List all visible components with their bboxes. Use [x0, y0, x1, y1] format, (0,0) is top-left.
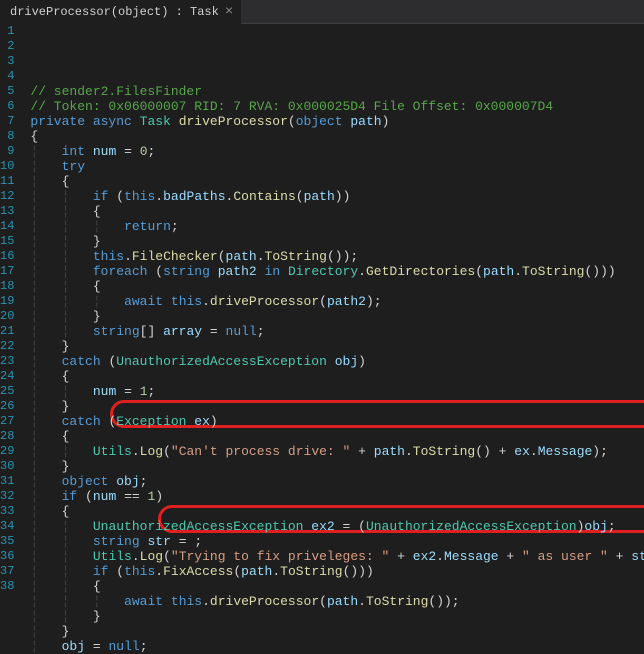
- line-number: 27: [0, 414, 14, 429]
- code-line: ¦ ¦ string[] array = null;: [30, 324, 644, 339]
- code-line: ¦ ¦ this.FileChecker(path.ToString());: [30, 249, 644, 264]
- code-line: ¦ ¦ Utils.Log("Can't process drive: " + …: [30, 444, 644, 459]
- line-number: 34: [0, 519, 14, 534]
- line-number: 15: [0, 234, 14, 249]
- line-number: 14: [0, 219, 14, 234]
- line-number: 2: [0, 39, 14, 54]
- code-line: ¦ ¦ {: [30, 579, 644, 594]
- line-number: 24: [0, 369, 14, 384]
- line-number: 29: [0, 444, 14, 459]
- line-number: 10: [0, 159, 14, 174]
- code-line: ¦ ¦ ¦ await this.driveProcessor(path2);: [30, 294, 644, 309]
- line-number: 38: [0, 579, 14, 594]
- line-number: 28: [0, 429, 14, 444]
- line-number: 36: [0, 549, 14, 564]
- line-number: 31: [0, 474, 14, 489]
- code-line: ¦ {: [30, 429, 644, 444]
- code-line: ¦ if (num == 1): [30, 489, 644, 504]
- code-line: ¦ ¦ if (this.FixAccess(path.ToString())): [30, 564, 644, 579]
- code-line: ¦ catch (Exception ex): [30, 414, 644, 429]
- code-line: ¦ ¦ }: [30, 609, 644, 624]
- code-line: ¦ ¦ ¦ return;: [30, 219, 644, 234]
- code-line: ¦ }: [30, 459, 644, 474]
- line-number: 20: [0, 309, 14, 324]
- line-number: 6: [0, 99, 14, 114]
- code-line: private async Task driveProcessor(object…: [30, 114, 644, 129]
- line-number: 26: [0, 399, 14, 414]
- code-editor[interactable]: 1234567891011121314151617181920212223242…: [0, 24, 644, 582]
- line-number-gutter: 1234567891011121314151617181920212223242…: [0, 24, 26, 582]
- code-line: // Token: 0x06000007 RID: 7 RVA: 0x00002…: [30, 99, 644, 114]
- code-line: ¦ catch (UnauthorizedAccessException obj…: [30, 354, 644, 369]
- code-line: ¦ }: [30, 399, 644, 414]
- line-number: 21: [0, 324, 14, 339]
- code-line: ¦ ¦ Utils.Log("Trying to fix priveleges:…: [30, 549, 644, 564]
- line-number: 37: [0, 564, 14, 579]
- line-number: 35: [0, 534, 14, 549]
- line-number: 33: [0, 504, 14, 519]
- code-line: ¦ ¦ }: [30, 309, 644, 324]
- line-number: 5: [0, 84, 14, 99]
- line-number: 32: [0, 489, 14, 504]
- code-line: ¦ ¦ if (this.badPaths.Contains(path)): [30, 189, 644, 204]
- code-line: ¦ ¦ ¦ await this.driveProcessor(path.ToS…: [30, 594, 644, 609]
- code-line: {: [30, 129, 644, 144]
- tab-label: driveProcessor(object) : Task: [10, 5, 219, 19]
- code-line: ¦ }: [30, 624, 644, 639]
- code-line: // sender2.FilesFinder: [30, 84, 644, 99]
- code-line: ¦ try: [30, 159, 644, 174]
- code-line: ¦ ¦ foreach (string path2 in Directory.G…: [30, 264, 644, 279]
- code-line: ¦ obj = null;: [30, 639, 644, 654]
- line-number: 18: [0, 279, 14, 294]
- line-number: 22: [0, 339, 14, 354]
- line-number: 23: [0, 354, 14, 369]
- code-line: ¦ ¦ num = 1;: [30, 384, 644, 399]
- close-icon[interactable]: ×: [225, 5, 233, 19]
- line-number: 12: [0, 189, 14, 204]
- line-number: 1: [0, 24, 14, 39]
- line-number: 11: [0, 174, 14, 189]
- line-number: 30: [0, 459, 14, 474]
- code-line: ¦ {: [30, 369, 644, 384]
- line-number: 13: [0, 204, 14, 219]
- line-number: 4: [0, 69, 14, 84]
- line-number: 8: [0, 129, 14, 144]
- code-line: ¦ ¦ {: [30, 279, 644, 294]
- code-line: ¦ ¦ string str = ;: [30, 534, 644, 549]
- line-number: 25: [0, 384, 14, 399]
- line-number: 9: [0, 144, 14, 159]
- code-line: ¦ int num = 0;: [30, 144, 644, 159]
- code-line: ¦ ¦ {: [30, 204, 644, 219]
- line-number: 17: [0, 264, 14, 279]
- code-line: ¦ ¦ UnauthorizedAccessException ex2 = (U…: [30, 519, 644, 534]
- code-line: ¦ }: [30, 339, 644, 354]
- code-line: ¦ {: [30, 174, 644, 189]
- line-number: 16: [0, 249, 14, 264]
- code-line: ¦ ¦ }: [30, 234, 644, 249]
- code-line: ¦ {: [30, 504, 644, 519]
- line-number: 3: [0, 54, 14, 69]
- tab-bar: driveProcessor(object) : Task ×: [0, 0, 644, 24]
- code-area[interactable]: // sender2.FilesFinder// Token: 0x060000…: [26, 24, 644, 582]
- active-tab[interactable]: driveProcessor(object) : Task ×: [0, 0, 241, 24]
- code-line: ¦ object obj;: [30, 474, 644, 489]
- line-number: 7: [0, 114, 14, 129]
- line-number: 19: [0, 294, 14, 309]
